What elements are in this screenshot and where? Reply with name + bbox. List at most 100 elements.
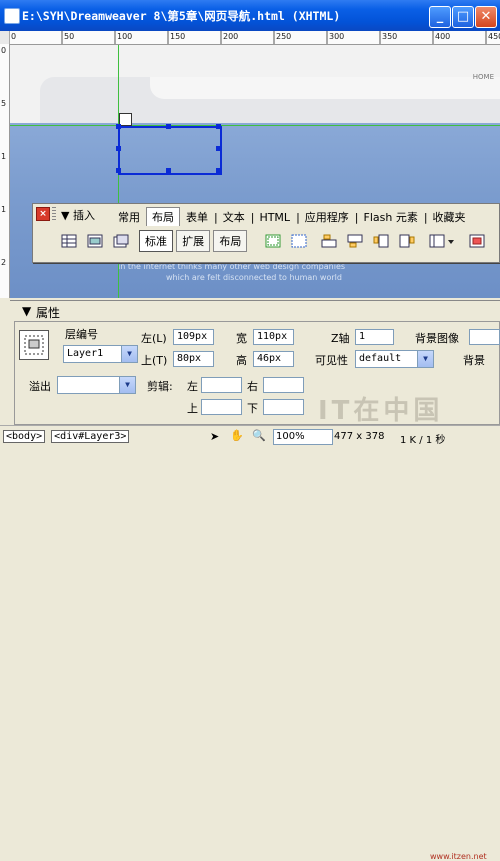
top-field[interactable]: 80px — [173, 351, 214, 367]
standard-mode-button[interactable]: 标准 — [139, 230, 173, 252]
width-label: 宽 — [236, 332, 247, 345]
visibility-value: default — [359, 353, 402, 364]
insert-tabs: 常用 布局 表单 | 文本 | HTML | 应用程序 | Flash 元素 | 收藏夹 — [113, 207, 472, 226]
clip-left-label: 左 — [187, 380, 198, 393]
maximize-button[interactable]: □ — [452, 6, 474, 28]
expand-arrow-icon: ▼ — [61, 209, 70, 222]
clip-top-label: 上 — [187, 402, 198, 415]
resize-handle[interactable] — [166, 124, 171, 129]
left-field[interactable]: 109px — [173, 329, 214, 345]
layer-id-field[interactable]: Layer1 ▼ — [63, 345, 138, 363]
z-index-label: Z轴 — [331, 332, 350, 345]
tab-html[interactable]: HTML — [254, 210, 295, 225]
ruler-label: 100 — [117, 32, 133, 41]
tab-layout[interactable]: 布局 — [146, 207, 180, 226]
tab-forms[interactable]: 表单 — [181, 208, 213, 226]
bg-color-label: 背景 — [463, 354, 485, 367]
tab-flash[interactable]: Flash 元素 — [359, 208, 423, 226]
tab-application[interactable]: 应用程序 — [300, 208, 354, 226]
tag-body[interactable]: <body> — [3, 430, 46, 443]
layer-id-value: Layer1 — [67, 348, 104, 359]
resize-handle[interactable] — [116, 168, 121, 173]
resize-handle[interactable] — [216, 146, 221, 151]
insert-row-above-icon[interactable] — [321, 234, 337, 248]
ruler-label: 0 — [1, 46, 7, 55]
minimize-button[interactable]: _ — [429, 6, 451, 28]
title-bar: E:\SYH\Dreamweaver 8\第5章\网页导航.html (XHTM… — [0, 0, 500, 31]
tab-common[interactable]: 常用 — [113, 208, 145, 226]
overflow-label: 溢出 — [29, 380, 51, 393]
close-button[interactable]: ✕ — [475, 6, 497, 28]
ruler-corner[interactable] — [0, 31, 9, 45]
ruler-label: 250 — [276, 32, 292, 41]
clip-bottom-field[interactable] — [263, 399, 304, 415]
resize-handle[interactable] — [116, 124, 121, 129]
insert-column-right-icon[interactable] — [399, 234, 415, 248]
div-icon[interactable] — [87, 234, 103, 248]
ruler-label: 150 — [170, 32, 186, 41]
bg-image-label: 背景图像 — [415, 332, 459, 345]
resize-handle[interactable] — [216, 124, 221, 129]
left-label: 左(L) — [141, 332, 167, 345]
height-label: 高 — [236, 354, 247, 367]
resize-handle[interactable] — [116, 146, 121, 151]
height-field[interactable]: 46px — [253, 351, 294, 367]
window-size[interactable]: 477 x 378 — [334, 431, 384, 442]
insert-title[interactable]: ▼ 插入 — [61, 207, 95, 223]
tag-selector: <body> <div#Layer3> — [3, 430, 130, 443]
expanded-mode-button[interactable]: 扩展 — [176, 230, 211, 252]
layout-table-icon[interactable] — [265, 234, 281, 248]
draw-layer-icon[interactable] — [113, 234, 129, 248]
zoom-tool-icon[interactable]: 🔍 — [252, 429, 266, 442]
tab-favorites[interactable]: 收藏夹 — [428, 208, 471, 226]
overflow-select[interactable]: ▼ — [57, 376, 136, 394]
insert-column-left-icon[interactable] — [373, 234, 389, 248]
tag-div-layer3[interactable]: <div#Layer3> — [51, 430, 130, 443]
ruler-label: 200 — [223, 32, 239, 41]
hand-tool-icon[interactable]: ✋ — [230, 429, 244, 442]
bg-image-field[interactable] — [469, 329, 500, 345]
properties-header[interactable]: ▼ 属性 — [10, 301, 500, 321]
ruler-label: 2 — [1, 258, 7, 267]
clip-right-label: 右 — [247, 380, 258, 393]
zoom-value: 100% — [276, 431, 305, 442]
download-time: 1 K / 1 秒 — [400, 435, 446, 446]
ruler-label: 400 — [435, 32, 451, 41]
clip-right-field[interactable] — [263, 377, 304, 393]
chevron-down-icon: ▼ — [121, 346, 137, 362]
frames-dropdown-icon[interactable] — [429, 234, 455, 248]
collapse-arrow-icon: ▼ — [22, 304, 32, 318]
visibility-select[interactable]: default ▼ — [355, 350, 434, 368]
ruler-label: 1 — [1, 152, 7, 161]
page-nav-strip — [150, 77, 500, 99]
clip-top-field[interactable] — [201, 399, 242, 415]
visibility-label: 可见性 — [315, 354, 348, 367]
tag-chooser-icon[interactable] — [469, 234, 485, 248]
tab-text[interactable]: 文本 — [218, 208, 250, 226]
zoom-select[interactable]: 100% — [273, 429, 333, 445]
watermark-url: www.itzen.net — [430, 852, 487, 861]
insert-row-below-icon[interactable] — [347, 234, 363, 248]
layout-cell-icon[interactable] — [291, 234, 307, 248]
top-label: 上(T) — [141, 354, 168, 367]
home-link[interactable]: HOME — [473, 73, 494, 81]
ruler-ticks — [9, 31, 487, 44]
vertical-ruler[interactable]: 0 5 1 1 2 — [0, 44, 10, 298]
clip-left-field[interactable] — [201, 377, 242, 393]
close-toolbar-button[interactable]: × — [36, 207, 50, 221]
resize-handle[interactable] — [166, 168, 171, 173]
insert-toolbar[interactable]: × ▼ 插入 常用 布局 表单 | 文本 | HTML | 应用程序 | Flash 元素 | 收藏夹 … — [32, 203, 500, 263]
width-field[interactable]: 110px — [253, 329, 294, 345]
grip-handle[interactable] — [52, 207, 56, 221]
horizontal-ruler[interactable]: 0 50 100 150 200 250 300 350 400 450 — [9, 31, 500, 45]
horizontal-guide-line[interactable] — [10, 125, 500, 126]
table-icon[interactable] — [61, 234, 77, 248]
z-index-field[interactable]: 1 — [355, 329, 394, 345]
chevron-down-icon: ▼ — [417, 351, 433, 367]
layer-icon — [19, 330, 49, 360]
ruler-label: 0 — [11, 32, 17, 41]
pointer-tool-icon[interactable]: ➤ — [210, 430, 219, 443]
resize-handle[interactable] — [216, 168, 221, 173]
site-watermark: IT在中国 — [318, 396, 444, 426]
layout-mode-button[interactable]: 布局 — [213, 230, 248, 252]
